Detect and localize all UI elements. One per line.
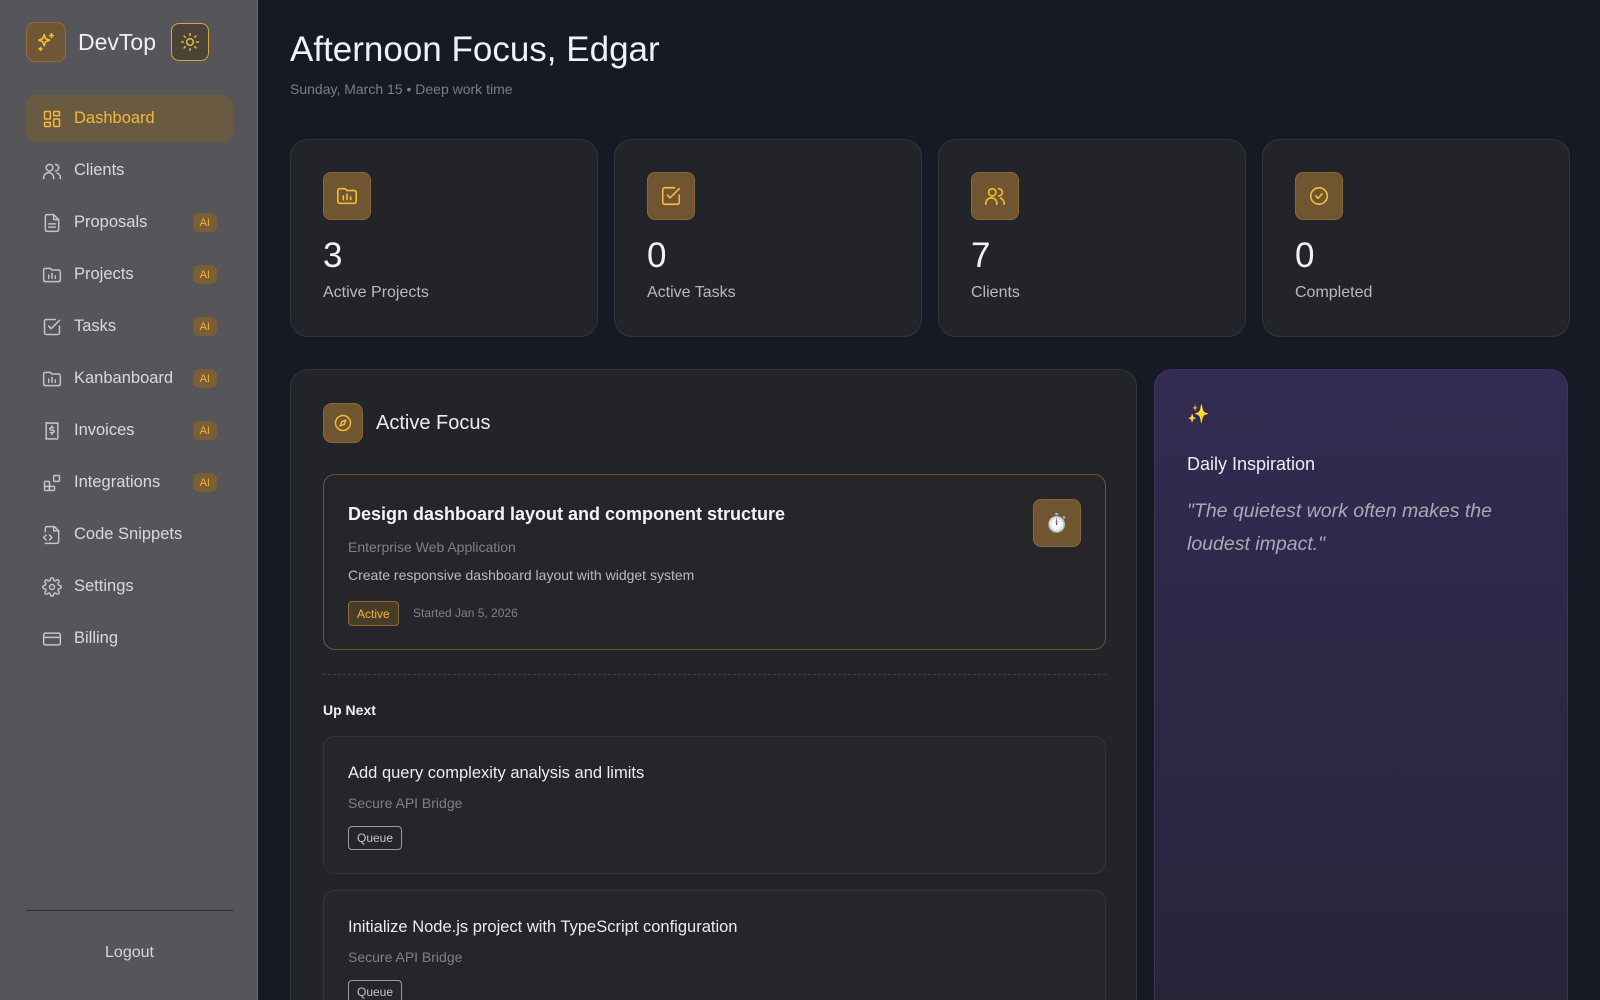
inspiration-quote: "The quietest work often makes the loude… — [1187, 500, 1492, 555]
page-subtitle: Sunday, March 15 • Deep work time — [290, 81, 513, 97]
task-project: Secure API Bridge — [348, 795, 463, 811]
sidebar-item-integrations[interactable]: Integrations AI — [26, 459, 233, 506]
sparkles-icon: ✨ — [1187, 404, 1210, 424]
task-project: Enterprise Web Application — [348, 539, 516, 555]
checkbox-icon — [647, 172, 695, 220]
status-badge: Active — [348, 601, 399, 626]
stat-label: Completed — [1295, 284, 1373, 301]
users-icon — [971, 172, 1019, 220]
active-focus-panel: Active Focus Design dashboard layout and… — [290, 369, 1137, 1000]
task-started-date: Started Jan 5, 2026 — [413, 606, 518, 620]
gear-icon — [42, 576, 62, 597]
ai-badge: AI — [192, 317, 217, 336]
sidebar-item-code-snippets[interactable]: Code Snippets — [26, 511, 233, 558]
sidebar-item-clients[interactable]: Clients — [26, 147, 233, 194]
folder-chart-icon — [42, 369, 62, 389]
stat-card-active-tasks[interactable]: 0 Active Tasks — [614, 139, 922, 337]
folder-chart-icon — [323, 172, 371, 220]
section-divider — [323, 674, 1106, 675]
sidebar-item-settings[interactable]: Settings — [26, 563, 233, 610]
inspiration-title: Daily Inspiration — [1187, 454, 1316, 474]
users-icon — [42, 161, 62, 181]
up-next-heading: Up Next — [323, 702, 376, 718]
brand: DevTop — [26, 22, 209, 62]
stopwatch-icon: ⏱️ — [1045, 512, 1069, 533]
sidebar-item-label: Clients — [74, 161, 125, 179]
logout-button[interactable]: Logout — [26, 944, 233, 962]
sidebar-item-label: Integrations — [74, 473, 161, 491]
blocks-icon — [42, 473, 62, 493]
stat-card-completed[interactable]: 0 Completed — [1262, 139, 1570, 337]
sidebar-item-label: Dashboard — [74, 109, 155, 127]
dashboard-icon — [42, 109, 62, 129]
document-icon — [42, 213, 62, 233]
sidebar-item-dashboard[interactable]: Dashboard — [26, 95, 233, 142]
sidebar-item-invoices[interactable]: Invoices AI — [26, 407, 233, 454]
sidebar-item-projects[interactable]: Projects AI — [26, 251, 233, 298]
code-file-icon — [42, 525, 62, 545]
sidebar-item-billing[interactable]: Billing — [26, 615, 233, 662]
queue-task-card[interactable]: Add query complexity analysis and limits… — [323, 736, 1106, 874]
page-title: Afternoon Focus, Edgar — [290, 30, 660, 69]
sparkles-icon[interactable] — [26, 22, 66, 62]
theme-toggle-button[interactable] — [170, 23, 209, 61]
stat-card-clients[interactable]: 7 Clients — [938, 139, 1246, 337]
task-title: Add query complexity analysis and limits — [348, 764, 645, 782]
sidebar-item-label: Tasks — [74, 317, 117, 335]
stat-value: 0 — [647, 236, 667, 275]
check-circle-icon — [1295, 172, 1343, 220]
current-task-card[interactable]: Design dashboard layout and component st… — [323, 474, 1106, 650]
ai-badge: AI — [192, 213, 217, 232]
stat-label: Active Projects — [323, 284, 429, 301]
queue-task-card[interactable]: Initialize Node.js project with TypeScri… — [323, 890, 1106, 1000]
stat-card-active-projects[interactable]: 3 Active Projects — [290, 139, 598, 337]
sidebar-item-tasks[interactable]: Tasks AI — [26, 303, 233, 350]
ai-badge: AI — [192, 265, 217, 284]
timer-button[interactable]: ⏱️ — [1033, 499, 1081, 547]
brand-name: DevTop — [78, 28, 156, 55]
sidebar-divider — [26, 910, 233, 911]
sidebar-item-label: Projects — [74, 265, 134, 283]
sidebar-item-label: Proposals — [74, 213, 148, 231]
sidebar-item-label: Code Snippets — [74, 525, 183, 543]
compass-icon — [323, 403, 363, 443]
sidebar-item-label: Kanbanboard — [74, 369, 174, 387]
sidebar-item-label: Settings — [74, 577, 134, 595]
folder-chart-icon — [42, 265, 62, 285]
stat-label: Active Tasks — [647, 284, 736, 301]
checkbox-icon — [42, 317, 62, 337]
sidebar-item-proposals[interactable]: Proposals AI — [26, 199, 233, 246]
task-description: Create responsive dashboard layout with … — [348, 567, 695, 583]
credit-card-icon — [42, 629, 62, 649]
status-badge: Queue — [348, 980, 403, 1000]
sidebar-item-label: Invoices — [74, 421, 135, 439]
ai-badge: AI — [192, 473, 217, 492]
receipt-icon — [42, 421, 62, 441]
task-title: Design dashboard layout and component st… — [348, 504, 786, 524]
stat-label: Clients — [971, 284, 1020, 301]
sidebar-item-label: Billing — [74, 629, 119, 647]
stat-value: 7 — [971, 236, 991, 275]
daily-inspiration-card: ✨ Daily Inspiration "The quietest work o… — [1154, 369, 1568, 1000]
ai-badge: AI — [192, 369, 217, 388]
main-content: Afternoon Focus, Edgar Sunday, March 15 … — [258, 0, 1600, 1000]
stat-value: 0 — [1295, 236, 1315, 275]
sidebar-nav: Dashboard Clients Proposals AI Projects … — [26, 95, 233, 667]
ai-badge: AI — [192, 421, 217, 440]
status-badge: Queue — [348, 826, 403, 850]
sidebar-item-kanbanboard[interactable]: Kanbanboard AI — [26, 355, 233, 402]
task-title: Initialize Node.js project with TypeScri… — [348, 918, 738, 936]
stat-value: 3 — [323, 236, 343, 275]
active-focus-title: Active Focus — [376, 411, 491, 434]
task-project: Secure API Bridge — [348, 949, 463, 965]
sidebar: DevTop Dashboard Clients Proposals AI Pr… — [0, 0, 258, 1000]
active-focus-header: Active Focus — [323, 403, 490, 443]
sun-icon — [180, 32, 200, 52]
